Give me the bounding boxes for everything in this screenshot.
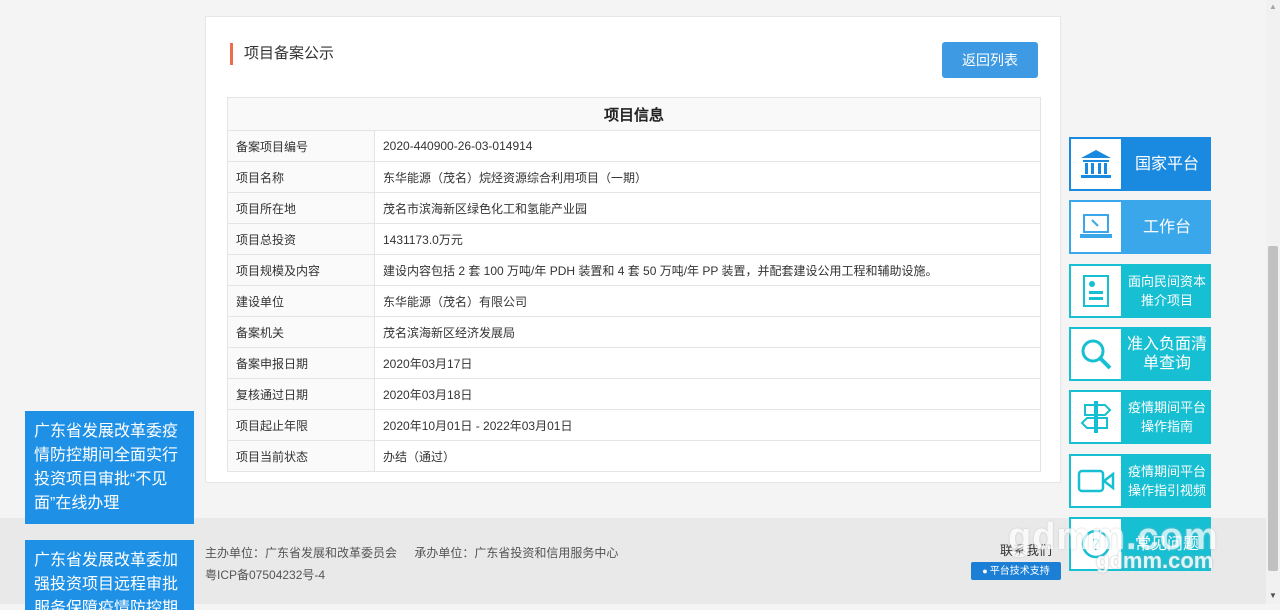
row-label: 备案项目编号 bbox=[227, 130, 375, 162]
row-value: 建设内容包括 2 套 100 万吨/年 PDH 装置和 4 套 50 万吨/年 … bbox=[374, 254, 1041, 286]
side-menu-label: 国家平台 bbox=[1134, 155, 1199, 173]
scroll-up-icon[interactable]: ▲ bbox=[1269, 2, 1277, 11]
row-value: 1431173.0万元 bbox=[374, 223, 1041, 255]
table-row: 项目起止年限 2020年10月01日 - 2022年03月01日 bbox=[227, 409, 1041, 441]
laptop-icon bbox=[1071, 202, 1121, 252]
row-label: 建设单位 bbox=[227, 285, 375, 317]
magnifier-icon bbox=[1071, 329, 1121, 379]
row-value: 茂名滨海新区经济发展局 bbox=[374, 316, 1041, 348]
row-label: 备案申报日期 bbox=[227, 347, 375, 379]
back-to-list-button[interactable]: 返回列表 bbox=[942, 42, 1038, 78]
row-label: 项目所在地 bbox=[227, 192, 375, 224]
row-value: 2020年03月18日 bbox=[374, 378, 1041, 410]
tech-support-label: 平台技术支持 bbox=[989, 566, 1050, 577]
side-menu-guide-video[interactable]: 疫情期间平台操作指引视频 bbox=[1069, 454, 1211, 508]
row-value: 办结（通过） bbox=[374, 440, 1041, 472]
side-menu-label: 疫情期间平台操作指引视频 bbox=[1127, 464, 1206, 498]
side-menu-national-platform[interactable]: 国家平台 bbox=[1069, 137, 1211, 191]
side-menu-negative-list[interactable]: 准入负面清单查询 bbox=[1069, 327, 1211, 381]
document-list-icon bbox=[1071, 266, 1121, 316]
side-menu-label: 准入负面清单查询 bbox=[1126, 336, 1207, 372]
footer-organizer: 承办单位：广东省投资和信用服务中心 bbox=[414, 546, 619, 560]
row-value: 茂名市滨海新区绿色化工和氢能产业园 bbox=[374, 192, 1041, 224]
footer-sponsor: 主办单位：广东省发展和改革委员会 bbox=[205, 546, 398, 560]
table-row: 备案申报日期 2020年03月17日 bbox=[227, 347, 1041, 379]
footer-icp[interactable]: 粤ICP备07504232号-4 bbox=[205, 566, 325, 583]
table-row: 项目总投资 1431173.0万元 bbox=[227, 223, 1041, 255]
table-row: 建设单位 东华能源（茂名）有限公司 bbox=[227, 285, 1041, 317]
table-row: 备案项目编号 2020-440900-26-03-014914 bbox=[227, 130, 1041, 162]
side-menu-label: 疫情期间平台操作指南 bbox=[1127, 400, 1206, 434]
watermark-logo-secondary: gdmm.com bbox=[1096, 548, 1214, 573]
scrollbar-thumb[interactable] bbox=[1268, 246, 1278, 571]
table-row: 备案机关 茂名滨海新区经济发展局 bbox=[227, 316, 1041, 348]
project-info-table: 项目信息 备案项目编号 2020-440900-26-03-014914 项目名称… bbox=[227, 97, 1041, 472]
table-row: 项目规模及内容 建设内容包括 2 套 100 万吨/年 PDH 装置和 4 套 5… bbox=[227, 254, 1041, 286]
table-row: 项目当前状态 办结（通过） bbox=[227, 440, 1041, 472]
user-icon: ● bbox=[982, 566, 988, 576]
row-value: 东华能源（茂名）有限公司 bbox=[374, 285, 1041, 317]
table-header: 项目信息 bbox=[227, 97, 1041, 131]
table-row: 项目名称 东华能源（茂名）烷烃资源综合利用项目（一期） bbox=[227, 161, 1041, 193]
scroll-down-icon[interactable]: ▼ bbox=[1269, 591, 1277, 600]
side-menu-operation-guide[interactable]: 疫情期间平台操作指南 bbox=[1069, 390, 1211, 444]
row-label: 项目起止年限 bbox=[227, 409, 375, 441]
row-label: 备案机关 bbox=[227, 316, 375, 348]
table-row: 项目所在地 茂名市滨海新区绿色化工和氢能产业园 bbox=[227, 192, 1041, 224]
page-title: 项目备案公示 bbox=[230, 43, 334, 65]
side-menu-label: 面向民间资本推介项目 bbox=[1127, 274, 1206, 308]
table-row: 复核通过日期 2020年03月18日 bbox=[227, 378, 1041, 410]
project-record-card: 项目备案公示 返回列表 项目信息 备案项目编号 2020-440900-26-03… bbox=[205, 16, 1061, 483]
government-building-icon bbox=[1071, 139, 1121, 189]
row-label: 项目总投资 bbox=[227, 223, 375, 255]
row-label: 项目规模及内容 bbox=[227, 254, 375, 286]
tech-support-badge[interactable]: ● 平台技术支持 bbox=[971, 562, 1061, 580]
row-label: 复核通过日期 bbox=[227, 378, 375, 410]
row-value: 2020年03月17日 bbox=[374, 347, 1041, 379]
side-menu-label: 工作台 bbox=[1142, 218, 1191, 236]
vertical-scrollbar[interactable]: ▲ ▼ bbox=[1266, 0, 1280, 604]
floating-notice-2[interactable]: 广东省发展改革委加强投资项目远程审批服务保障疫情防控期间项目 bbox=[25, 540, 194, 610]
footer-credits: 主办单位：广东省发展和改革委员会 承办单位：广东省投资和信用服务中心 bbox=[205, 544, 632, 561]
row-value: 2020-440900-26-03-014914 bbox=[374, 130, 1041, 162]
row-label: 项目名称 bbox=[227, 161, 375, 193]
row-value: 东华能源（茂名）烷烃资源综合利用项目（一期） bbox=[374, 161, 1041, 193]
signpost-icon bbox=[1071, 392, 1121, 442]
video-camera-icon bbox=[1071, 456, 1121, 506]
floating-notice-1[interactable]: 广东省发展改革委疫情防控期间全面实行投资项目审批“不见面”在线办理 bbox=[25, 411, 194, 524]
side-menu-private-capital[interactable]: 面向民间资本推介项目 bbox=[1069, 264, 1211, 318]
side-menu-workbench[interactable]: 工作台 bbox=[1069, 200, 1211, 254]
row-label: 项目当前状态 bbox=[227, 440, 375, 472]
row-value: 2020年10月01日 - 2022年03月01日 bbox=[374, 409, 1041, 441]
